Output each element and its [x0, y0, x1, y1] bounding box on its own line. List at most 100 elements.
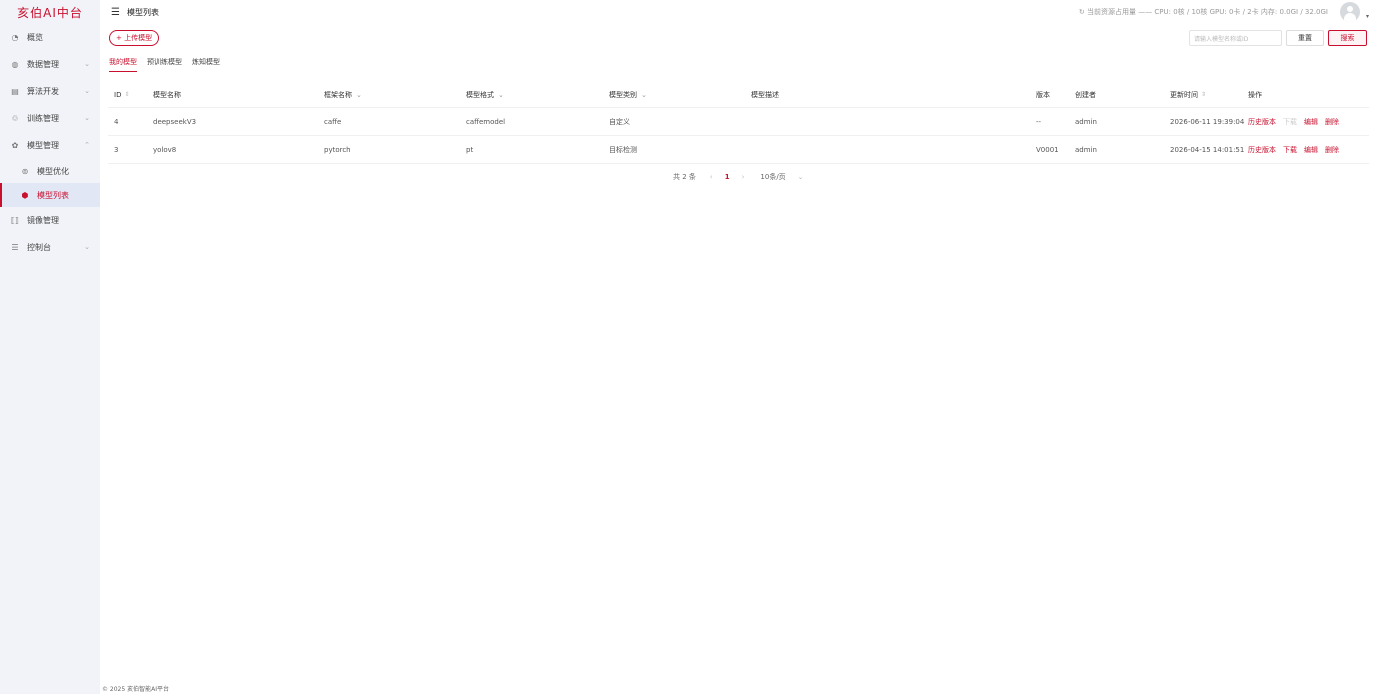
cell-format: pt — [466, 145, 474, 154]
col-creator: 创建者 — [1075, 90, 1096, 99]
chevron-down-icon: ⌄ — [84, 114, 90, 122]
delete-button[interactable]: 删除 — [1325, 117, 1339, 127]
user-icon-body — [1344, 13, 1356, 22]
optimize-icon: ⊚ — [21, 166, 29, 176]
sort-icon[interactable]: ⇕ — [1201, 91, 1206, 98]
col-id[interactable]: ID ⇕ — [114, 82, 130, 107]
cube-icon: ⬢ — [21, 190, 29, 200]
cell-category: 目标检测 — [609, 145, 637, 154]
container-icon: ⟦⟧ — [11, 216, 19, 225]
chevron-down-icon: ⌄ — [84, 87, 90, 95]
chevron-down-icon: ⌄ — [797, 173, 804, 181]
tab-pretrained-models[interactable]: 预训练模型 — [147, 57, 182, 72]
user-icon — [1347, 6, 1353, 12]
footer-copyright: © 2025 亥伯智能AI平台 — [102, 686, 169, 693]
cell-ops: 历史版本 下载 编辑 删除 — [1248, 136, 1346, 163]
pagination: 共 2 条 ‹ 1 › 10条/页 ⌄ — [673, 171, 804, 183]
sidebar-item-model-management[interactable]: ✿ 模型管理 ⌃ — [0, 132, 100, 159]
chevron-down-icon: ⌄ — [84, 243, 90, 251]
history-version-button[interactable]: 历史版本 — [1248, 145, 1276, 155]
col-framework-label: 框架名称 — [324, 90, 352, 99]
sidebar-item-model-list[interactable]: ⬢ 模型列表 — [0, 183, 100, 207]
sidebar-item-label: 算法开发 — [27, 87, 59, 96]
table-row: 4 deepseekV3 caffe caffemodel 自定义 -- adm… — [108, 108, 1369, 136]
menu-fold-icon[interactable]: ☰ — [111, 7, 120, 18]
reset-button[interactable]: 重置 — [1286, 30, 1324, 46]
col-framework[interactable]: 框架名称 ⌄ — [324, 82, 362, 107]
table-header: ID ⇕ 模型名称 框架名称 ⌄ 模型格式 ⌄ 模型类别 ⌄ 模型描述 版本 创建者 更… — [108, 82, 1369, 108]
caret-down-icon[interactable]: ▾ — [1366, 13, 1369, 20]
sidebar-item-image-management[interactable]: ⟦⟧ 镜像管理 — [0, 207, 100, 234]
resource-usage: ↻ 当前资源占用量 —— CPU: 0核 / 10核 GPU: 0卡 / 2卡 … — [1078, 8, 1328, 16]
tab-my-models[interactable]: 我的模型 — [109, 57, 137, 72]
sidebar-item-label: 数据管理 — [27, 60, 59, 69]
chevron-up-icon: ⌃ — [84, 141, 90, 149]
cell-creator: admin — [1075, 145, 1097, 154]
search-button[interactable]: 搜索 — [1328, 30, 1367, 46]
cell-creator: admin — [1075, 117, 1097, 126]
page-number[interactable]: 1 — [725, 173, 730, 181]
model-tabs: 我的模型 预训练模型 炼知模型 — [109, 57, 230, 73]
col-ops: 操作 — [1248, 90, 1262, 99]
filter-icon[interactable]: ⌄ — [356, 91, 362, 99]
sort-icon[interactable]: ⇕ — [124, 91, 129, 98]
table-row: 3 yolov8 pytorch pt 目标检测 V0001 admin 202… — [108, 136, 1369, 164]
dashboard-icon: ◔ — [11, 33, 19, 42]
upload-model-button[interactable]: + 上传模型 — [109, 30, 160, 46]
cell-updated: 2026-06-11 19:39:04 — [1170, 117, 1245, 126]
col-updated[interactable]: 更新时间 ⇕ — [1170, 82, 1206, 107]
history-version-button[interactable]: 历史版本 — [1248, 117, 1276, 127]
col-id-label: ID — [114, 90, 122, 99]
col-category[interactable]: 模型类别 ⌄ — [609, 82, 647, 107]
col-format[interactable]: 模型格式 ⌄ — [466, 82, 504, 107]
model-icon: ✿ — [11, 141, 19, 150]
next-page-icon[interactable]: › — [742, 173, 745, 181]
cell-format: caffemodel — [466, 117, 506, 126]
page-size-value: 10条/页 — [760, 173, 786, 181]
col-format-label: 模型格式 — [466, 90, 494, 99]
model-table: ID ⇕ 模型名称 框架名称 ⌄ 模型格式 ⌄ 模型类别 ⌄ 模型描述 版本 创建者 更… — [108, 82, 1369, 164]
delete-button[interactable]: 删除 — [1325, 145, 1339, 155]
database-icon: ◍ — [11, 60, 19, 69]
sidebar-menu: ◔ 概览 ◍ 数据管理 ⌄ ▤ 算法开发 ⌄ ♲ 训练管理 ⌄ ✿ 模型管理 ⌃… — [0, 24, 100, 261]
sidebar: 亥伯AI中台 ◔ 概览 ◍ 数据管理 ⌄ ▤ 算法开发 ⌄ ♲ 训练管理 ⌄ ✿… — [0, 0, 100, 694]
cell-framework: caffe — [324, 117, 342, 126]
training-icon: ♲ — [11, 114, 19, 123]
sidebar-item-data-management[interactable]: ◍ 数据管理 ⌄ — [0, 51, 100, 78]
col-name: 模型名称 — [153, 90, 181, 99]
app-logo[interactable]: 亥伯AI中台 — [0, 0, 100, 24]
sidebar-item-label: 模型优化 — [37, 166, 69, 176]
cell-id: 3 — [114, 145, 119, 154]
sidebar-item-model-optimize[interactable]: ⊚ 模型优化 — [0, 159, 100, 183]
col-version: 版本 — [1036, 90, 1050, 99]
cell-version: V0001 — [1036, 145, 1059, 154]
sidebar-item-label: 控制台 — [27, 243, 51, 252]
sidebar-item-overview[interactable]: ◔ 概览 — [0, 24, 100, 51]
cell-updated: 2026-04-15 14:01:51 — [1170, 145, 1245, 154]
search-input[interactable]: 请输入模型名称或ID — [1189, 30, 1282, 46]
sidebar-item-training[interactable]: ♲ 训练管理 ⌄ — [0, 105, 100, 132]
sidebar-item-label: 训练管理 — [27, 114, 59, 123]
chevron-down-icon: ⌄ — [84, 60, 90, 68]
page-size-select[interactable]: 10条/页 ⌄ — [760, 172, 803, 182]
col-category-label: 模型类别 — [609, 90, 637, 99]
tab-distilled-models[interactable]: 炼知模型 — [192, 57, 220, 72]
sidebar-item-algorithm-dev[interactable]: ▤ 算法开发 ⌄ — [0, 78, 100, 105]
sidebar-item-label: 模型列表 — [37, 190, 69, 200]
pagination-total: 共 2 条 — [673, 173, 696, 181]
filter-icon[interactable]: ⌄ — [498, 91, 504, 99]
filter-icon[interactable]: ⌄ — [641, 91, 647, 99]
sidebar-item-label: 概览 — [27, 33, 43, 42]
sidebar-item-console[interactable]: ☰ 控制台 ⌄ — [0, 234, 100, 261]
avatar[interactable] — [1340, 2, 1360, 22]
cell-id: 4 — [114, 117, 119, 126]
cell-category: 自定义 — [609, 117, 630, 126]
edit-button[interactable]: 编辑 — [1304, 117, 1318, 127]
sidebar-item-label: 镜像管理 — [27, 216, 59, 225]
col-updated-label: 更新时间 — [1170, 90, 1198, 99]
edit-button[interactable]: 编辑 — [1304, 145, 1318, 155]
download-button[interactable]: 下载 — [1283, 145, 1297, 155]
cell-name: deepseekV3 — [153, 117, 197, 126]
page-title: 模型列表 — [126, 7, 159, 17]
prev-page-icon[interactable]: ‹ — [710, 173, 713, 181]
